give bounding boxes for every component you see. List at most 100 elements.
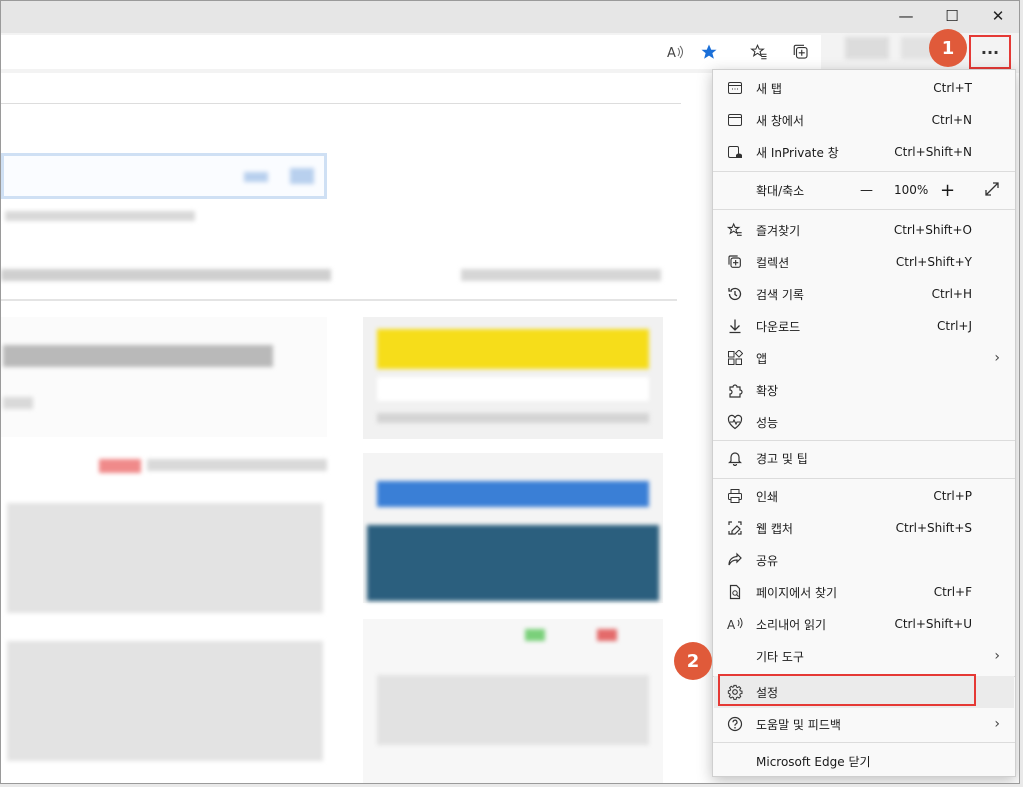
- menu-shortcut: Ctrl+Shift+S: [895, 521, 972, 535]
- menu-label: 새 탭: [756, 81, 782, 96]
- menu-label: 컬렉션: [756, 255, 790, 270]
- menu-label: 도움말 및 피드백: [756, 717, 841, 732]
- share-icon: [726, 551, 744, 569]
- favorite-this-page-button[interactable]: [695, 39, 723, 65]
- menu-label: 경고 및 팁: [756, 451, 808, 466]
- more-icon: ···: [980, 42, 1000, 62]
- menu-share[interactable]: 공유: [714, 544, 1014, 576]
- menu-close-edge[interactable]: Microsoft Edge 닫기: [714, 745, 1014, 777]
- svg-text:A: A: [667, 46, 676, 60]
- menu-label: 웹 캡처: [756, 521, 793, 536]
- blurred-nav-left: [1, 269, 331, 281]
- blurred-nav: [1, 255, 677, 301]
- read-aloud-icon: A: [726, 615, 744, 633]
- menu-label: 페이지에서 찾기: [756, 585, 838, 600]
- menu-separator: [713, 209, 1015, 210]
- blurred-search-btn: [244, 172, 268, 182]
- menu-shortcut: Ctrl+Shift+O: [893, 223, 972, 237]
- menu-separator: [713, 478, 1015, 479]
- menu-shortcut: Ctrl+Shift+Y: [895, 255, 972, 269]
- collections-button[interactable]: [787, 39, 815, 65]
- settings-menu: 새 탭 Ctrl+T 새 창에서 Ctrl+N 새 InPrivate 창 Ct…: [712, 69, 1016, 777]
- menu-collections[interactable]: 컬렉션 Ctrl+Shift+Y: [714, 246, 1014, 278]
- collections-icon: [793, 44, 808, 59]
- menu-print[interactable]: 인쇄 Ctrl+P: [714, 480, 1014, 512]
- blurred-badge: [99, 459, 141, 473]
- settings-highlight: [718, 674, 976, 706]
- menu-extensions[interactable]: 확장: [714, 374, 1014, 406]
- browser-window: — ☐ ✕ A ··· 새 탭 Ctrl+T 새 창에서 Ctrl+N 새 In…: [0, 0, 1020, 784]
- step-1-label: 1: [941, 37, 955, 59]
- menu-shortcut: Ctrl+J: [937, 319, 972, 333]
- menu-new-window[interactable]: 새 창에서 Ctrl+N: [714, 104, 1014, 136]
- search-box[interactable]: [1, 153, 327, 199]
- menu-label: 앱: [756, 351, 768, 366]
- menu-downloads[interactable]: 다운로드 Ctrl+J: [714, 310, 1014, 342]
- menu-performance[interactable]: 성능: [714, 406, 1014, 438]
- more-options-button[interactable]: ···: [973, 39, 1007, 65]
- blurred-text: [5, 211, 195, 221]
- menu-new-inprivate[interactable]: 새 InPrivate 창 Ctrl+Shift+N: [714, 136, 1014, 168]
- favorites-icon: [750, 43, 767, 60]
- maximize-button[interactable]: ☐: [929, 1, 975, 31]
- chevron-right-icon: ›: [994, 350, 1000, 366]
- new-window-icon: [726, 111, 744, 129]
- menu-shortcut: Ctrl+P: [933, 489, 972, 503]
- menu-apps[interactable]: 앱 ›: [714, 342, 1014, 374]
- menu-shortcut: Ctrl+F: [933, 585, 972, 599]
- read-aloud-button[interactable]: A: [661, 39, 689, 65]
- blurred-widget-text: [377, 675, 649, 745]
- zoom-out-button[interactable]: —: [860, 183, 873, 198]
- menu-label: 공유: [756, 553, 779, 568]
- menu-label: Microsoft Edge 닫기: [756, 754, 871, 769]
- fullscreen-button[interactable]: [984, 181, 1002, 199]
- blurred-ad-image: [367, 525, 659, 601]
- blurred-white-button: [377, 377, 649, 401]
- maximize-icon: ☐: [945, 7, 959, 25]
- inprivate-icon: [726, 143, 744, 161]
- menu-read-aloud[interactable]: A 소리내어 읽기 Ctrl+Shift+U: [714, 608, 1014, 640]
- help-icon: [726, 715, 744, 733]
- collections-icon: [726, 253, 744, 271]
- menu-label: 새 창에서: [756, 113, 804, 128]
- menu-zoom: 확대/축소 — 100% +: [714, 173, 1014, 207]
- new-tab-icon: [726, 79, 744, 97]
- history-icon: [726, 285, 744, 303]
- blurred-ad-title: [377, 481, 649, 507]
- menu-new-tab[interactable]: 새 탭 Ctrl+T: [714, 72, 1014, 104]
- menu-web-capture[interactable]: 웹 캡처 Ctrl+Shift+S: [714, 512, 1014, 544]
- menu-help-feedback[interactable]: 도움말 및 피드백 ›: [714, 708, 1014, 740]
- chevron-right-icon: ›: [994, 648, 1000, 664]
- menu-alerts-tips[interactable]: 경고 및 팁: [714, 442, 1014, 474]
- favorites-icon: [726, 221, 744, 239]
- blurred-nav-right: [461, 269, 661, 281]
- extensions-icon: [726, 381, 744, 399]
- blurred-row: [147, 459, 327, 471]
- menu-separator: [713, 440, 1015, 441]
- divider: [1, 103, 681, 104]
- zoom-value: 100%: [894, 183, 929, 197]
- step-1-badge: 1: [929, 29, 967, 67]
- menu-shortcut: Ctrl+T: [933, 81, 972, 95]
- blurred-meta: [3, 397, 33, 409]
- zoom-in-button[interactable]: +: [940, 180, 955, 201]
- blurred-red: [597, 629, 617, 641]
- close-window-button[interactable]: ✕: [975, 1, 1019, 31]
- step-2-badge: 2: [674, 642, 712, 680]
- menu-find-on-page[interactable]: 페이지에서 찾기 Ctrl+F: [714, 576, 1014, 608]
- menu-favorites[interactable]: 즐겨찾기 Ctrl+Shift+O: [714, 214, 1014, 246]
- menu-separator: [713, 171, 1015, 172]
- web-capture-icon: [726, 519, 744, 537]
- menu-history[interactable]: 검색 기록 Ctrl+H: [714, 278, 1014, 310]
- blurred-login-links: [377, 413, 649, 423]
- blurred-widget: [363, 619, 663, 783]
- menu-label: 즐겨찾기: [756, 223, 801, 238]
- blurred-green: [525, 629, 545, 641]
- read-aloud-icon: A: [667, 45, 683, 60]
- minimize-button[interactable]: —: [883, 1, 929, 31]
- blurred-search-icon: [290, 168, 314, 184]
- menu-more-tools[interactable]: 기타 도구 ›: [714, 640, 1014, 672]
- performance-icon: [726, 413, 744, 431]
- favorites-button[interactable]: [745, 39, 773, 65]
- menu-label: 소리내어 읽기: [756, 617, 827, 632]
